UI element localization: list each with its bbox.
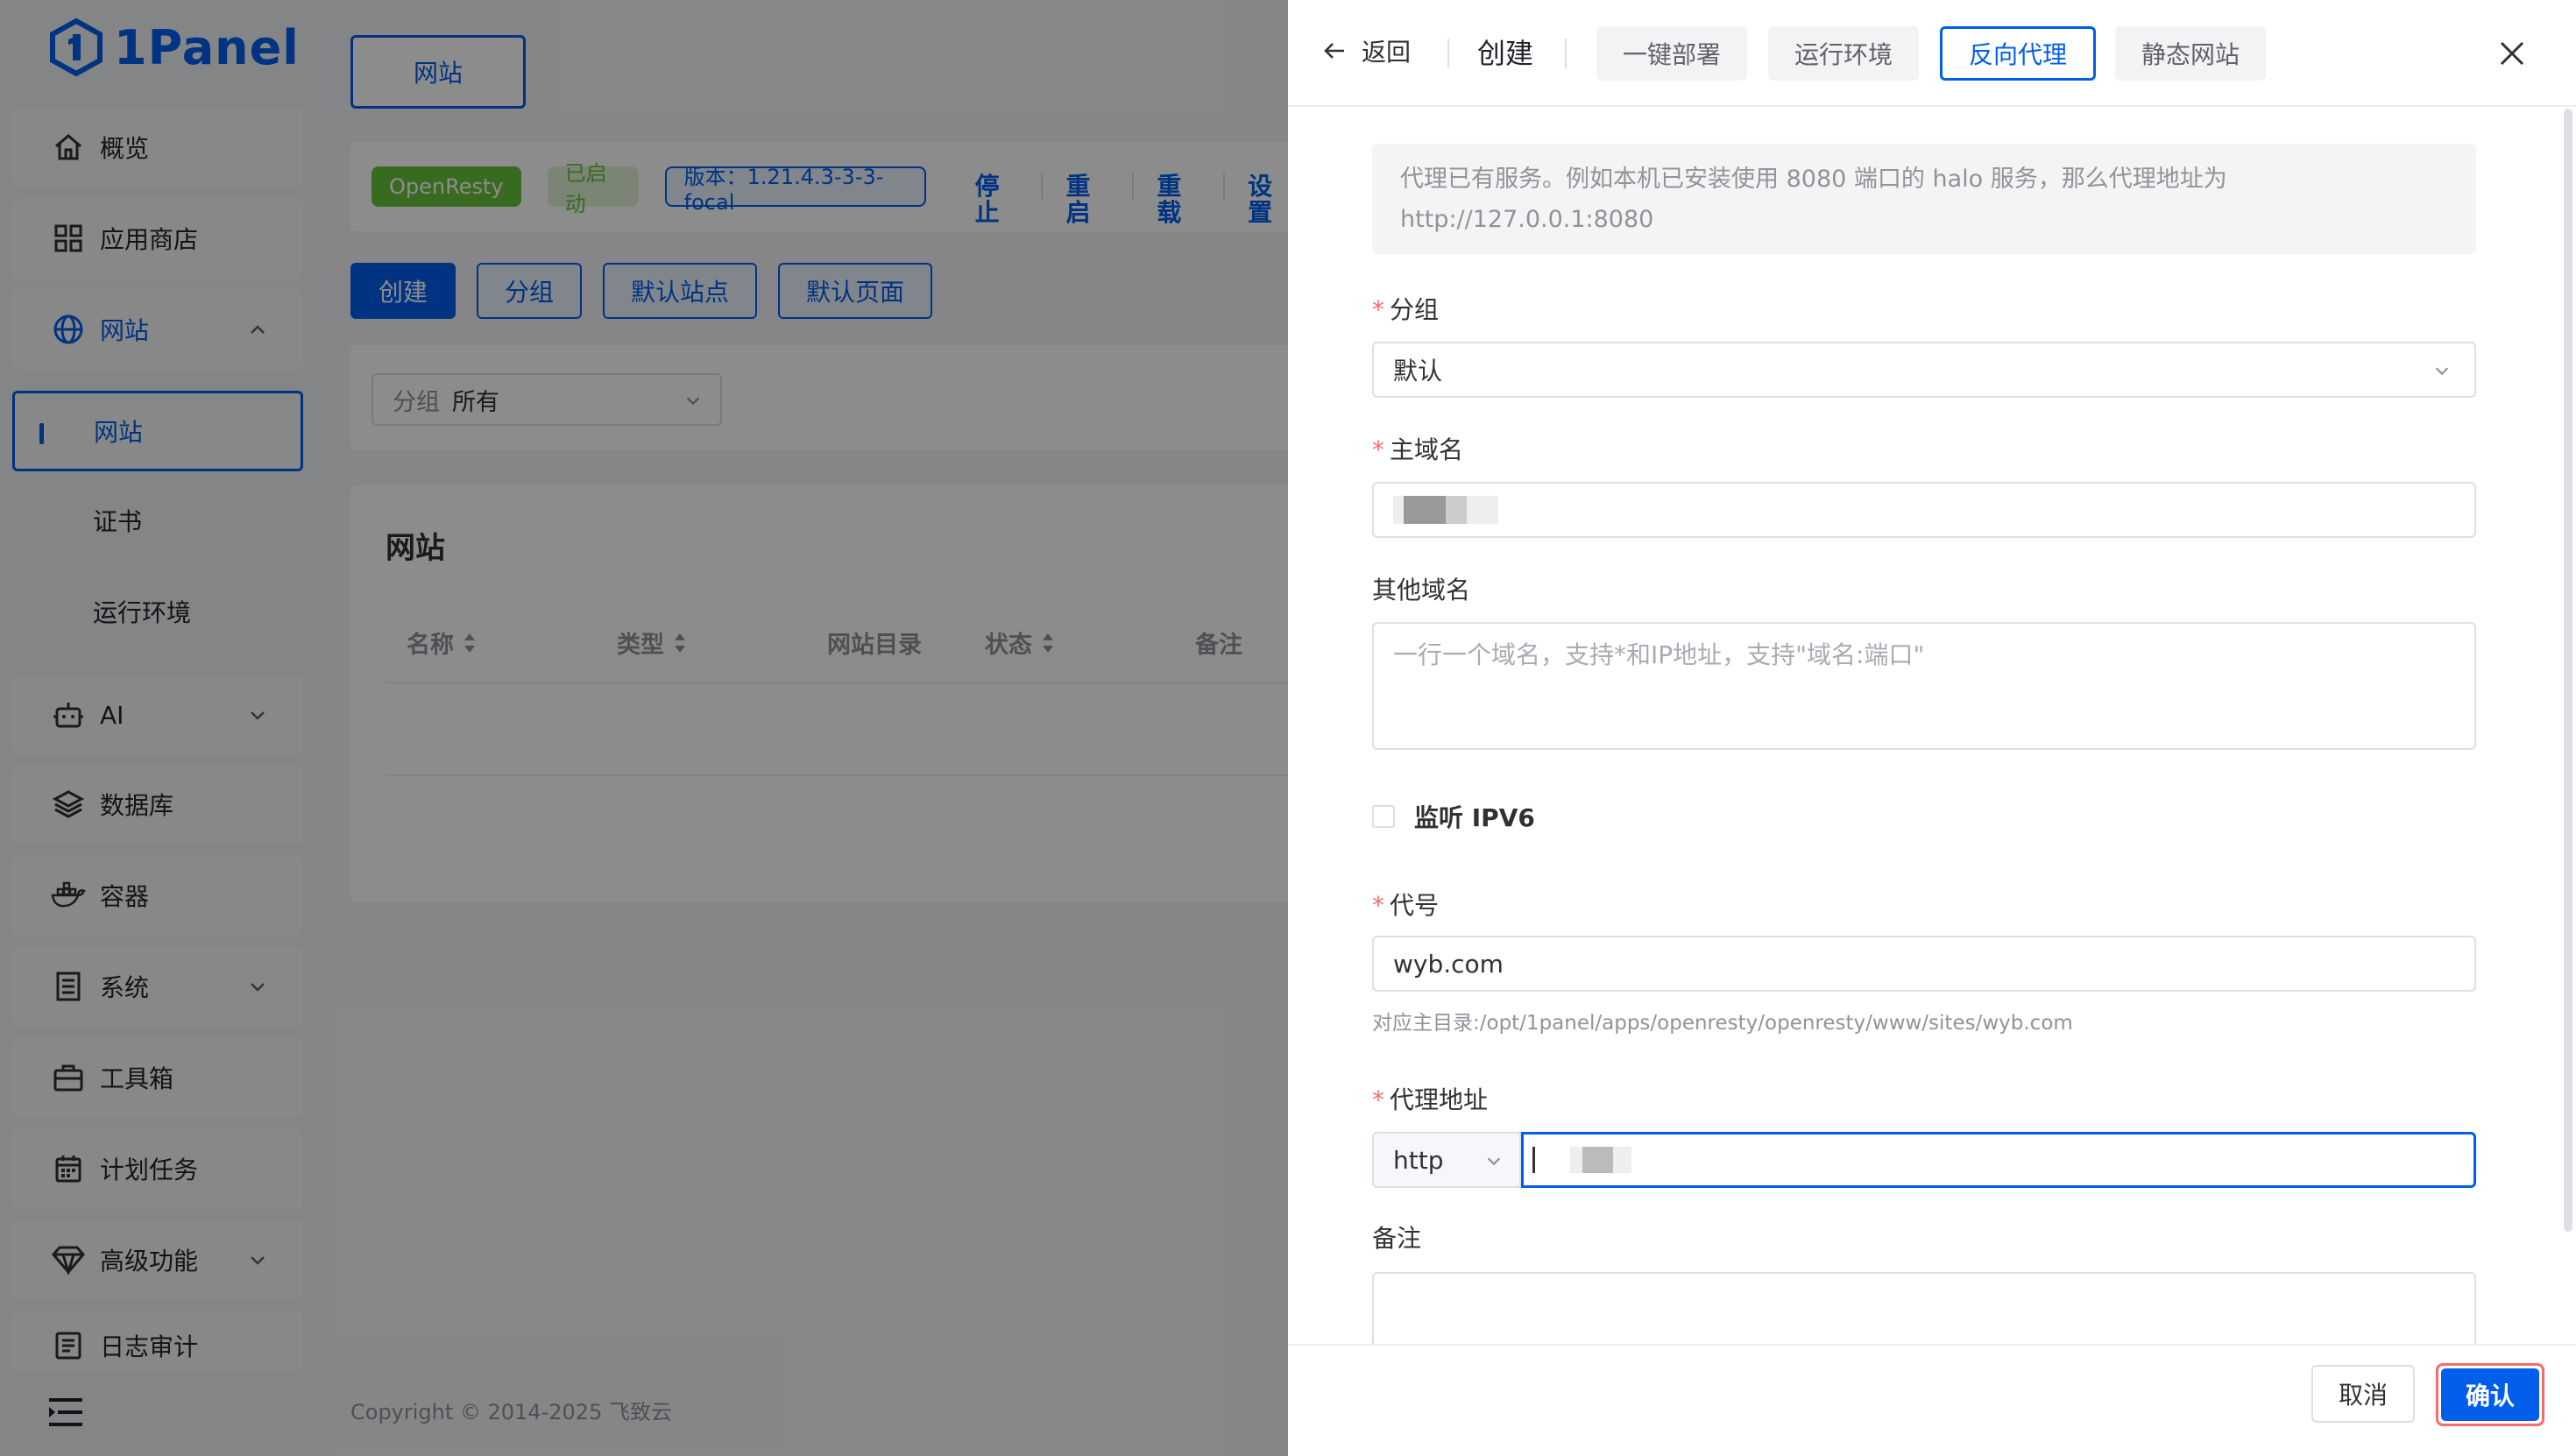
label-text: 分组 <box>1390 295 1440 324</box>
textarea-placeholder: 一行一个域名，支持*和IP地址，支持"域名:端口" <box>1393 640 1925 669</box>
required-mark: * <box>1372 1085 1384 1114</box>
info-alert: 代理已有服务。例如本机已安装使用 8080 端口的 halo 服务，那么代理地址… <box>1372 144 2476 254</box>
tab-static-site[interactable]: 静态网站 <box>2115 26 2267 81</box>
drawer-header: 返回 创建 一键部署 运行环境 反向代理 静态网站 <box>1288 0 2576 107</box>
group-label: * 分组 <box>1372 291 1439 326</box>
divider <box>1447 39 1449 68</box>
text-cursor <box>1532 1147 1535 1173</box>
protocol-value: http <box>1393 1145 1444 1175</box>
alias-label: * 代号 <box>1372 887 1439 922</box>
group-select-value: 默认 <box>1393 357 1443 385</box>
other-domains-textarea[interactable]: 一行一个域名，支持*和IP地址，支持"域名:端口" <box>1372 622 2476 750</box>
alias-value: wyb.com <box>1393 949 1504 979</box>
alias-hint: 对应主目录:/opt/1panel/apps/openresty/openres… <box>1372 1012 2073 1035</box>
chevron-down-icon <box>1487 1157 1501 1166</box>
modal-overlay[interactable] <box>0 0 1288 1456</box>
primary-domain-label: * 主域名 <box>1372 431 1463 466</box>
label-text: 代理地址 <box>1390 1085 1489 1114</box>
required-mark: * <box>1372 891 1384 920</box>
create-website-drawer: 返回 创建 一键部署 运行环境 反向代理 静态网站 代理已有服务。例如本机已安装… <box>1288 0 2576 1456</box>
required-mark: * <box>1372 435 1384 464</box>
checkbox-label: 监听 IPV6 <box>1414 803 1535 832</box>
redacted-value <box>1570 1147 1631 1173</box>
proxy-address-label: * 代理地址 <box>1372 1081 1488 1116</box>
required-mark: * <box>1372 295 1384 324</box>
cancel-button[interactable]: 取消 <box>2311 1365 2415 1423</box>
label-text: 备注 <box>1372 1224 1422 1253</box>
ipv6-checkbox[interactable]: 监听 IPV6 <box>1372 799 1535 834</box>
other-domains-label: 其他域名 <box>1372 571 1470 606</box>
primary-domain-input[interactable] <box>1372 482 2476 538</box>
scrollbar[interactable] <box>2564 109 2572 1232</box>
close-icon[interactable] <box>2497 39 2527 68</box>
label-text: 其他域名 <box>1372 576 1471 604</box>
label-text: 主域名 <box>1390 435 1464 464</box>
group-select[interactable]: 默认 <box>1372 342 2476 398</box>
back-label: 返回 <box>1362 38 1412 67</box>
confirm-label: 确认 <box>2441 1368 2539 1421</box>
remark-textarea[interactable] <box>1372 1272 2476 1344</box>
tab-runtime[interactable]: 运行环境 <box>1768 26 1920 81</box>
label-text: 代号 <box>1390 891 1440 920</box>
chevron-down-icon <box>2435 367 2449 376</box>
back-button[interactable]: 返回 <box>1323 33 1411 68</box>
remark-label: 备注 <box>1372 1219 1421 1255</box>
drawer-footer: 取消 确认 <box>1288 1344 2576 1456</box>
redacted-value <box>1393 496 1498 524</box>
drawer-body: 代理已有服务。例如本机已安装使用 8080 端口的 halo 服务，那么代理地址… <box>1288 109 2576 1344</box>
alias-input[interactable]: wyb.com <box>1372 936 2476 992</box>
checkbox-box[interactable] <box>1372 805 1395 828</box>
proxy-address-input[interactable] <box>1521 1132 2476 1188</box>
protocol-select[interactable]: http <box>1372 1132 1521 1188</box>
tab-reverse-proxy[interactable]: 反向代理 <box>1940 26 2097 81</box>
confirm-button[interactable]: 确认 <box>2436 1363 2544 1426</box>
drawer-title: 创建 <box>1477 37 1534 70</box>
divider <box>1565 39 1567 68</box>
tab-one-click-deploy[interactable]: 一键部署 <box>1596 26 1748 81</box>
arrow-left-icon <box>1324 43 1344 59</box>
